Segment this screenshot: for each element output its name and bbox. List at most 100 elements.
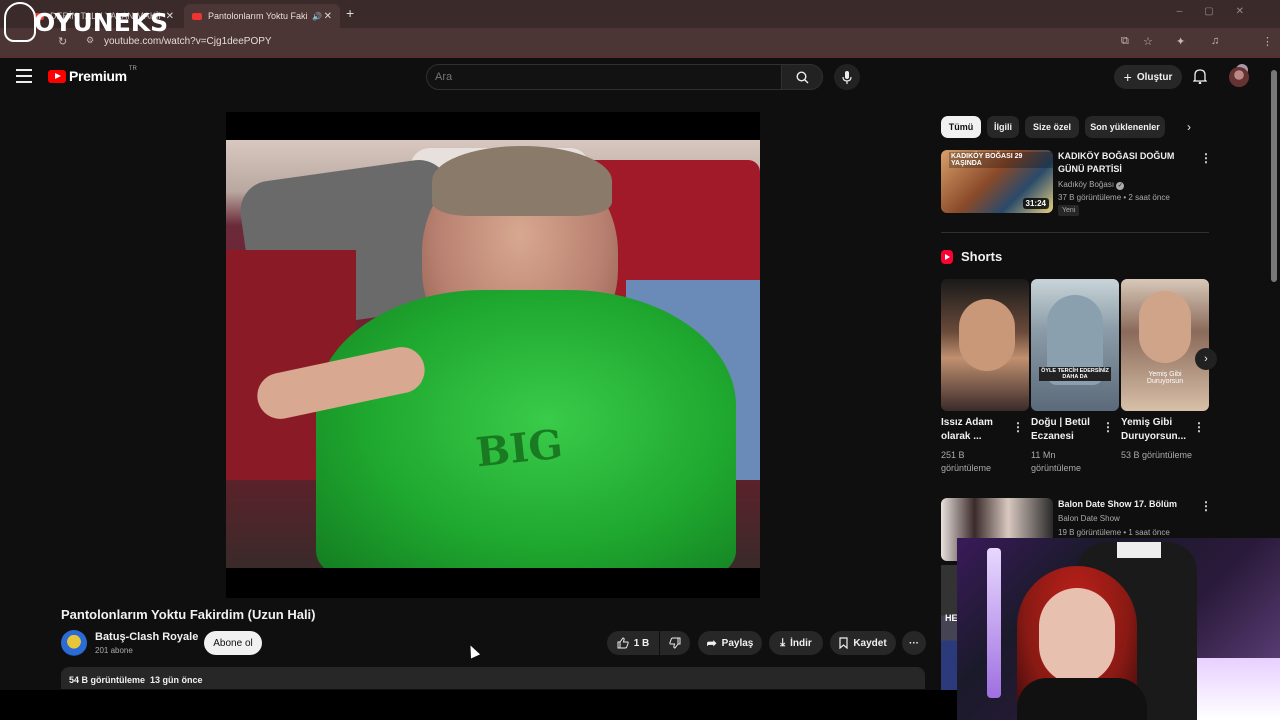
subscriber-count: 201 abone	[95, 646, 133, 655]
recommended-title[interactable]: KADIKÖY BOĞASI DOĞUM GÜNÜ PARTİSİ	[1058, 150, 1192, 176]
recommended-meta: 19 B görüntüleme • 1 saat önce	[1058, 528, 1170, 537]
upload-age: 13 gün önce	[150, 675, 203, 685]
recommended-channel: Kadıköy Boğası ✓	[1058, 180, 1125, 190]
channel-avatar[interactable]	[61, 630, 87, 656]
short-views: 251 B görüntüleme	[941, 450, 992, 473]
stream-watermark: OYUNEKS	[4, 2, 168, 42]
bookmark-star-icon[interactable]: ☆	[1143, 35, 1153, 48]
thumbs-up-icon	[617, 637, 629, 649]
chevron-right-icon: ›	[1204, 353, 1208, 365]
page-scrollbar[interactable]	[1271, 70, 1277, 282]
chip-all[interactable]: Tümü	[941, 116, 981, 138]
channel-name: Kadıköy Boğası	[1058, 180, 1115, 189]
browser-tab-active[interactable]: Pantolonlarım Yoktu Fakirdi 🔊 ✕	[184, 4, 340, 28]
more-vertical-icon[interactable]: ⋮	[1012, 420, 1024, 434]
microphone-icon	[842, 70, 852, 84]
light-bar-shape	[987, 548, 1001, 698]
download-icon: ⤓	[780, 636, 786, 649]
save-button[interactable]: Kaydet	[830, 631, 896, 655]
like-button[interactable]: 1 B	[607, 631, 659, 655]
recommended-thumbnail[interactable]: KADIKÖY BOĞASI 29 YAŞINDA 31:24	[941, 150, 1053, 213]
child-hair-shape	[432, 146, 612, 216]
chair-logo-shape	[1117, 542, 1161, 558]
partial-title: HE	[945, 613, 958, 623]
notifications-button[interactable]	[1192, 68, 1208, 89]
recommended-meta: 37 B görüntüleme • 2 saat önce	[1058, 193, 1170, 202]
more-vertical-icon[interactable]: ⋮	[1193, 420, 1205, 434]
short-title[interactable]: Doğu | Betül Eczanesi	[1031, 416, 1103, 444]
recommended-thumbnail[interactable]: HE	[941, 565, 958, 690]
recommended-title[interactable]: Balon Date Show 17. Bölüm	[1058, 498, 1192, 511]
short-thumbnail[interactable]	[941, 279, 1029, 411]
view-stats: 54 B görüntüleme 13 gün önce	[69, 675, 203, 685]
audio-playing-icon[interactable]: 🔊	[312, 12, 322, 21]
media-control-icon[interactable]: ♫	[1211, 35, 1219, 47]
short-views: 53 B görüntüleme	[1121, 450, 1193, 460]
download-button[interactable]: ⤓ İndir	[769, 631, 823, 655]
short-thumbnail[interactable]: ÖYLE TERCİH EDERSİNİZ DAHA DA	[1031, 279, 1119, 411]
sweater-print-icon: BIG	[473, 420, 565, 477]
more-horizontal-icon: ···	[909, 637, 919, 649]
shorts-next-button[interactable]: ›	[1195, 348, 1217, 370]
menu-icon[interactable]	[16, 69, 32, 83]
address-bar: ↻ ⚙ youtube.com/watch?v=Cjg1deePOPY ⧉ ☆ …	[0, 28, 1280, 76]
mascot-logo-icon	[4, 2, 36, 42]
new-tab-icon[interactable]: +	[346, 5, 354, 21]
bell-icon	[1192, 69, 1208, 85]
chip-related[interactable]: İlgili	[987, 116, 1019, 138]
recommended-channel: Balon Date Show	[1058, 514, 1120, 523]
short-views: 11 Mn görüntüleme	[1031, 450, 1082, 473]
close-tab-icon[interactable]: ✕	[324, 11, 332, 22]
tab-title: Pantolonlarım Yoktu Fakirdi	[208, 11, 308, 21]
more-vertical-icon[interactable]: ⋮	[1200, 151, 1212, 165]
video-title: Pantolonlarım Yoktu Fakirdim (Uzun Hali)	[61, 607, 316, 622]
window-controls-icon[interactable]: –▢✕	[1177, 6, 1266, 17]
menu-dots-icon[interactable]: ⋮	[1262, 35, 1273, 48]
more-vertical-icon[interactable]: ⋮	[1102, 420, 1114, 434]
extensions-icon[interactable]: ✦	[1176, 35, 1185, 48]
share-label: Paylaş	[721, 637, 754, 649]
more-actions-button[interactable]: ···	[902, 631, 926, 655]
save-label: Kaydet	[853, 637, 887, 649]
thumbs-down-icon	[669, 637, 681, 649]
like-count: 1 B	[633, 637, 650, 649]
youtube-play-icon	[48, 69, 66, 83]
verified-icon: ✓	[1116, 182, 1125, 190]
divider	[0, 56, 1280, 58]
search-button[interactable]	[781, 64, 823, 90]
dislike-button[interactable]	[660, 631, 690, 655]
search-icon	[795, 70, 808, 83]
monitor-glow-shape	[1197, 658, 1280, 720]
youtube-logo[interactable]: Premium TR	[48, 66, 137, 84]
install-app-icon[interactable]: ⧉	[1121, 35, 1129, 48]
account-avatar[interactable]	[1229, 67, 1249, 87]
chip-for-you[interactable]: Size özel	[1025, 116, 1079, 138]
short-thumbnail[interactable]: Yemiş Gibi Duruyorsun	[1121, 279, 1209, 411]
shorts-icon	[941, 249, 953, 264]
short-overlay-text: ÖYLE TERCİH EDERSİNİZ DAHA DA	[1039, 367, 1111, 381]
chip-recent[interactable]: Son yüklenenler	[1085, 116, 1165, 138]
chevron-right-icon[interactable]: ›	[1187, 120, 1191, 134]
short-title[interactable]: Yemiş Gibi Duruyorsun...	[1121, 416, 1193, 444]
search-input[interactable]	[426, 64, 782, 90]
voice-search-button[interactable]	[834, 64, 860, 90]
watermark-text: OYUNEKS	[34, 7, 169, 37]
shorts-header: Shorts	[941, 249, 1002, 264]
mouse-cursor-icon	[465, 643, 481, 659]
more-vertical-icon[interactable]: ⋮	[1200, 499, 1212, 513]
divider	[941, 232, 1209, 233]
shirt-shape	[1017, 678, 1147, 720]
channel-name[interactable]: Batuş-Clash Royale	[95, 631, 198, 643]
shorts-title: Shorts	[961, 249, 1003, 264]
plus-icon: +	[1123, 69, 1132, 85]
video-frame[interactable]: BIG	[226, 140, 760, 568]
short-overlay-text: Yemiş Gibi Duruyorsun	[1146, 371, 1184, 385]
view-count: 54 B görüntüleme	[69, 675, 146, 685]
subscribe-button[interactable]: Abone ol	[204, 631, 262, 655]
region-code: TR	[128, 66, 137, 72]
duration-badge: 31:24	[1022, 198, 1049, 209]
face-shape	[1039, 588, 1115, 684]
short-title[interactable]: Issız Adam olarak ...	[941, 416, 1013, 444]
share-button[interactable]: ➦ Paylaş	[698, 631, 762, 655]
create-button[interactable]: + Oluştur	[1114, 65, 1182, 89]
